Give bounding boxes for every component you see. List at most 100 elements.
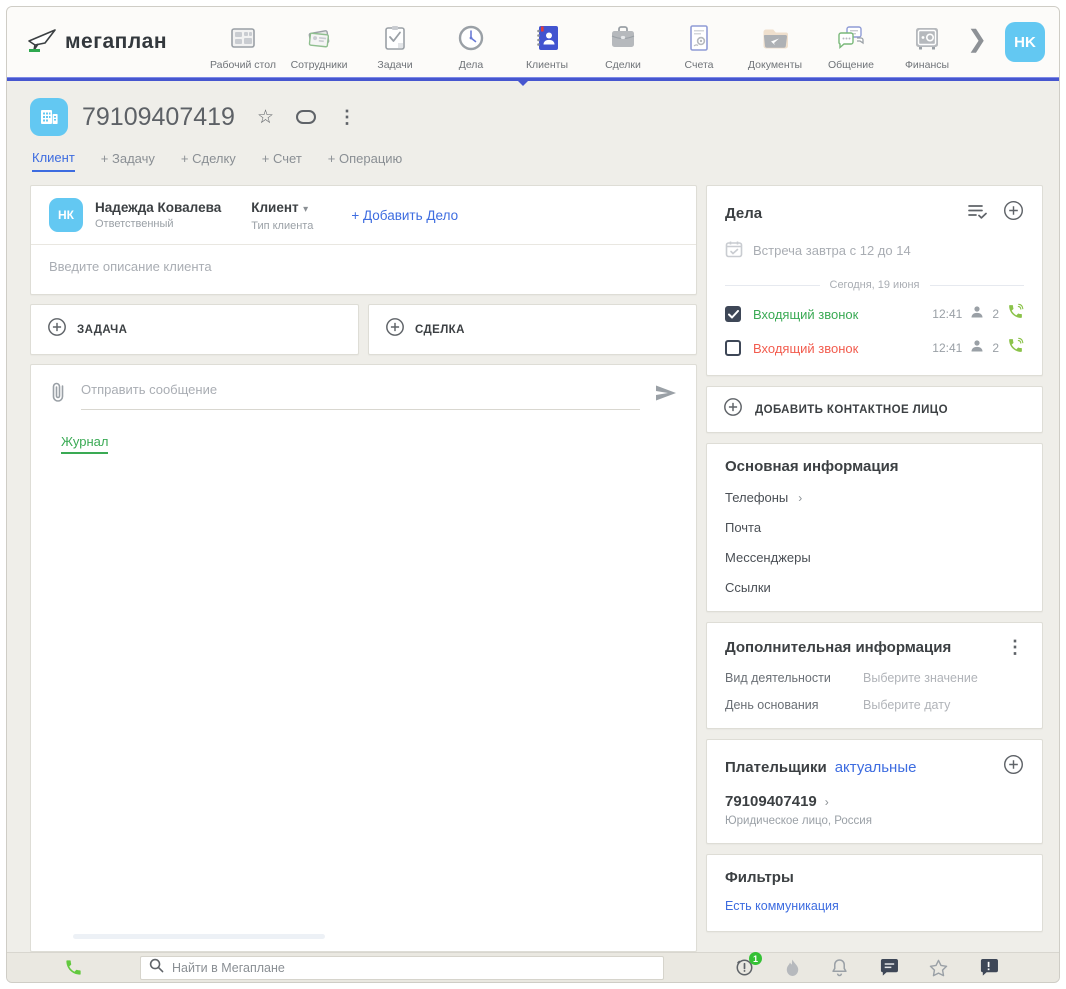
nav-item-communication[interactable]: Общение [813,22,889,71]
info-item-phones[interactable]: Телефоны› [725,490,1024,505]
participants-count: 2 [992,307,999,321]
case-row-missed: Входящий звонок 12:41 2 [725,337,1024,359]
search-input[interactable] [172,961,655,975]
nav-item-finance[interactable]: Финансы [889,22,965,71]
payer-name[interactable]: 79109407419› [725,793,1024,810]
case-checkbox-checked[interactable] [725,306,741,322]
journal-loading-placeholder [73,934,325,939]
create-deal-button[interactable]: СДЕЛКА [368,304,697,355]
add-case-link[interactable]: + Добавить Дело [351,208,458,223]
journal-card: Журнал [30,364,697,952]
company-icon [30,98,68,136]
nav-item-tasks[interactable]: Задачи [357,22,433,71]
nav-item-desktop[interactable]: Рабочий стол [205,22,281,71]
extra-info-menu-icon[interactable]: ⋮ [1006,637,1024,658]
participants-icon [970,305,984,324]
right-sidebar: Дела [706,185,1043,952]
case-time: 12:41 [932,307,962,321]
tag-icon[interactable] [296,110,316,124]
nav-item-clients[interactable]: Клиенты [509,22,585,71]
tab-client[interactable]: Клиент [32,150,75,172]
nav-label: Финансы [905,59,949,71]
payers-filter-link[interactable]: актуальные [835,759,917,776]
call-phone-icon[interactable] [1007,337,1024,359]
nav-item-documents[interactable]: Документы [737,22,813,71]
flame-icon[interactable] [785,959,800,977]
favorites-star-icon[interactable] [929,959,948,977]
responsible-name[interactable]: Надежда Ковалева [95,200,221,215]
add-payer-plus-icon[interactable] [1003,754,1024,780]
tab-add-task[interactable]: + Задачу [101,151,155,171]
responsible-avatar[interactable]: НК [49,198,83,232]
nav-item-employees[interactable]: Сотрудники [281,22,357,71]
active-nav-caret [518,81,528,86]
entity-tabs: Клиент + Задачу + Сделку + Счет + Операц… [32,149,1043,173]
info-item-messengers[interactable]: Мессенджеры [725,550,1024,565]
top-navigation-bar: мегаплан Рабочий стол Сотрудники [7,7,1059,77]
user-avatar[interactable]: HK [1005,22,1045,62]
case-checkbox-unchecked[interactable] [725,340,741,356]
tab-add-deal[interactable]: + Сделку [181,151,236,171]
nav-item-invoices[interactable]: Счета [661,22,737,71]
search-icon [149,958,164,978]
nav-label: Клиенты [526,59,568,71]
send-message-icon[interactable] [654,383,678,408]
briefcase-icon [607,22,639,54]
case-title[interactable]: Входящий звонок [753,307,858,322]
tab-add-operation[interactable]: + Операцию [328,151,403,171]
nav-item-deals[interactable]: Сделки [585,22,661,71]
alerts-icon[interactable] [979,959,998,977]
participants-icon [970,339,984,358]
info-item-email[interactable]: Почта [725,520,1024,535]
more-actions-icon[interactable]: ⋮ [338,107,356,128]
cases-panel-title: Дела [725,205,762,222]
case-list-check-icon[interactable] [968,203,987,224]
communication-filter-link[interactable]: Есть коммуникация [725,899,839,913]
info-item-links[interactable]: Ссылки [725,580,1024,595]
employees-icon [303,22,335,54]
meeting-placeholder-text: Встреча завтра с 12 до 14 [753,243,911,258]
field-foundation-day: День основания Выберите дату [725,698,1024,712]
nav-label: Задачи [377,59,412,71]
nav-more-chevron-icon[interactable]: ❯ [967,25,987,54]
create-deal-label: СДЕЛКА [415,324,465,336]
add-contact-label: ДОБАВИТЬ КОНТАКТНОЕ ЛИЦО [755,404,948,416]
global-search[interactable] [140,956,664,980]
messages-icon[interactable] [879,959,898,977]
case-title[interactable]: Входящий звонок [753,341,858,356]
responsible-role-label: Ответственный [95,218,221,230]
client-type-value[interactable]: Клиент [251,200,298,215]
add-contact-button[interactable]: ДОБАВИТЬ КОНТАКТНОЕ ЛИЦО [706,386,1043,433]
client-page-header: 79109407419 ☆ ⋮ [30,95,1043,139]
nav-label: Сотрудники [291,59,348,71]
journal-filter-tab[interactable]: Журнал [61,434,108,454]
notification-badge: 1 [749,952,762,965]
schedule-meeting-placeholder[interactable]: Встреча завтра с 12 до 14 [725,240,1024,261]
favorite-star-icon[interactable]: ☆ [257,106,274,129]
nav-label: Сделки [605,59,641,71]
create-task-button[interactable]: ЗАДАЧА [30,304,359,355]
bell-icon[interactable] [831,958,848,977]
add-case-plus-icon[interactable] [1003,200,1024,226]
field-value-datepicker[interactable]: Выберите дату [863,698,950,712]
filters-title: Фильтры [725,869,794,886]
message-input[interactable] [81,382,640,397]
client-description-input[interactable]: Введите описание клиента [31,244,696,294]
nav-label: Рабочий стол [210,59,276,71]
phone-call-icon[interactable] [7,958,140,977]
create-task-label: ЗАДАЧА [77,324,127,336]
clock-icon [455,22,487,54]
chevron-right-icon: › [798,491,802,505]
megaplan-logo[interactable]: мегаплан [25,25,205,60]
field-value-select[interactable]: Выберите значение [863,671,978,685]
tab-add-invoice[interactable]: + Счет [262,151,302,171]
nav-item-cases[interactable]: Дела [433,22,509,71]
overdue-alarm-icon[interactable]: 1 [735,958,754,977]
call-phone-icon[interactable] [1007,303,1024,325]
main-info-title: Основная информация [725,458,899,475]
attach-paperclip-icon[interactable] [49,381,67,408]
message-composer [31,365,696,410]
app-window: мегаплан Рабочий стол Сотрудники [0,0,1066,989]
filters-panel: Фильтры Есть коммуникация [706,854,1043,932]
logo-text: мегаплан [65,30,167,54]
